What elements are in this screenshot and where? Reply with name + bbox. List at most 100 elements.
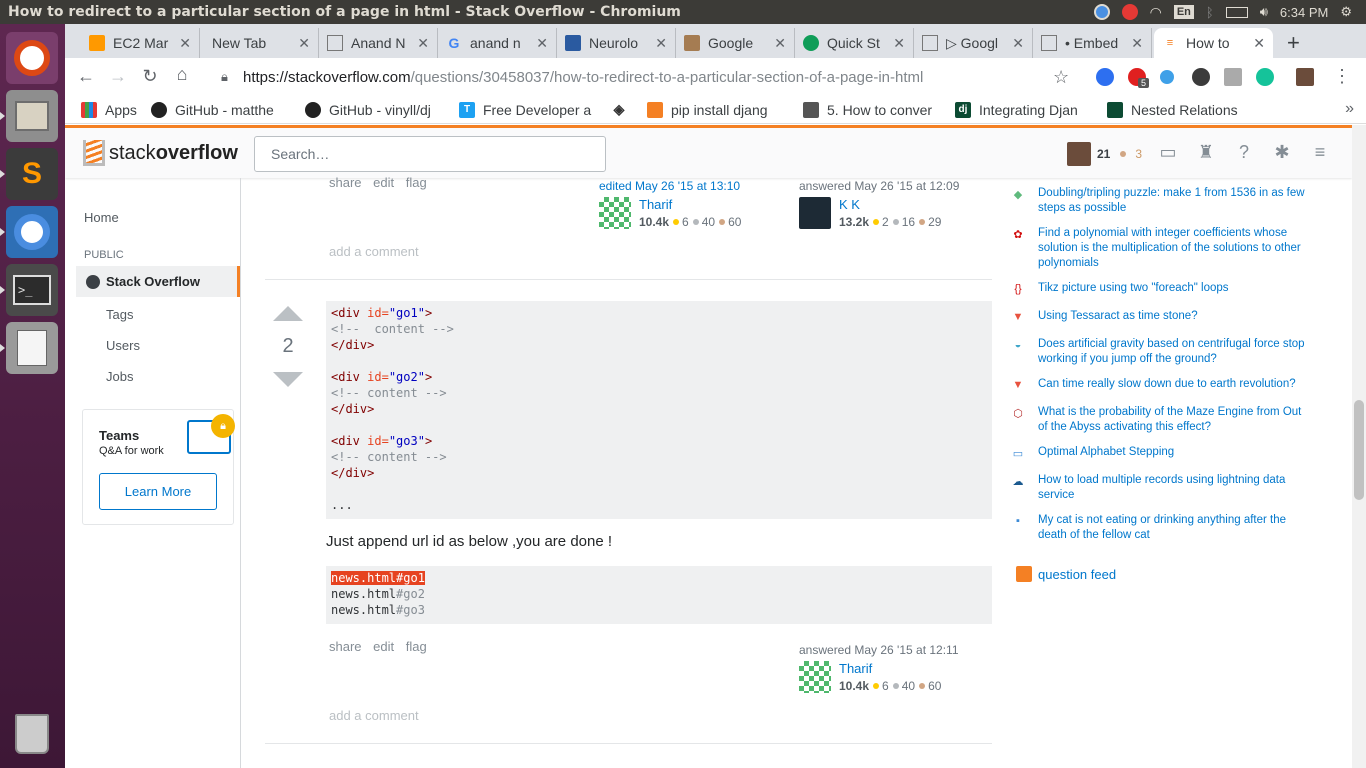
page-scrollbar[interactable] [1352, 125, 1366, 768]
hot-question-link[interactable]: Doubling/tripling puzzle: make 1 from 15… [1038, 186, 1308, 216]
files-launcher[interactable] [0, 90, 58, 142]
address-bar[interactable]: 🔒︎ https://stackoverflow.com/questions/3… [215, 61, 1090, 93]
close-icon[interactable]: ✕ [179, 35, 191, 52]
edit-link[interactable]: edit [373, 175, 394, 190]
hot-question-link[interactable]: Find a polynomial with integer coefficie… [1038, 226, 1308, 271]
hot-question-link[interactable]: My cat is not eating or drinking anythin… [1038, 513, 1308, 543]
bookmark-item[interactable]: ◈ [605, 102, 641, 118]
review-icon[interactable]: ✱ [1271, 142, 1293, 164]
hot-question[interactable]: ◒ Does artificial gravity based on centr… [1010, 337, 1310, 367]
hot-question[interactable]: ▪ My cat is not eating or drinking anyth… [1010, 513, 1310, 543]
browser-tab[interactable]: Neurolo ✕ [557, 28, 676, 58]
extension-icon[interactable] [1096, 68, 1114, 86]
no-entry-icon[interactable] [1121, 4, 1138, 20]
stackoverflow-logo[interactable]: stack overflow [83, 138, 238, 168]
site-switcher-icon[interactable]: ≡ [1309, 142, 1331, 164]
hot-question[interactable]: ▼ Using Tessaract as time stone? [1010, 309, 1310, 327]
close-icon[interactable]: ✕ [298, 35, 310, 52]
browser-tab[interactable]: New Tab ✕ [200, 28, 319, 58]
hot-question[interactable]: ✿ Find a polynomial with integer coeffic… [1010, 226, 1310, 271]
chromium-tray-icon[interactable] [1093, 4, 1110, 20]
nav-stackoverflow[interactable]: Stack Overflow [76, 266, 240, 297]
nav-users[interactable]: Users [106, 338, 140, 353]
bookmark-item[interactable]: 5. How to conver [797, 101, 949, 118]
bookmark-item[interactable]: pip install djang [641, 101, 797, 118]
hot-question[interactable]: ⬡ What is the probability of the Maze En… [1010, 405, 1310, 435]
ubuntu-dash-button[interactable] [6, 32, 58, 84]
browser-tab[interactable]: Google ✕ [676, 28, 795, 58]
browser-tab-active[interactable]: ≡ How to ✕ [1154, 28, 1273, 58]
close-icon[interactable]: ✕ [893, 35, 905, 52]
hot-question-link[interactable]: Does artificial gravity based on centrif… [1038, 337, 1308, 367]
achievements-icon[interactable]: ♜ [1195, 142, 1217, 164]
avatar[interactable] [799, 197, 831, 229]
share-link[interactable]: share [329, 639, 362, 654]
upvote-button[interactable] [273, 306, 303, 321]
hot-question-link[interactable]: Optimal Alphabet Stepping [1038, 445, 1308, 463]
bookmarks-overflow-button[interactable]: » [1345, 100, 1354, 118]
text-editor-launcher[interactable] [0, 322, 58, 374]
clock[interactable]: 6:34 PM [1280, 5, 1328, 20]
home-button[interactable]: ⌂ [167, 64, 197, 85]
hot-question-link[interactable]: What is the probability of the Maze Engi… [1038, 405, 1308, 435]
avatar[interactable] [799, 661, 831, 693]
settings-gear-icon[interactable]: ⚙ [1340, 4, 1352, 20]
grammarly-icon[interactable] [1256, 68, 1274, 86]
user-card[interactable]: 21 3 [1067, 142, 1142, 166]
downvote-button[interactable] [273, 372, 303, 387]
back-button[interactable]: ← [71, 66, 101, 87]
user-name-link[interactable]: Tharif [839, 661, 872, 676]
edited-time[interactable]: edited May 26 '15 at 13:10 [599, 179, 789, 193]
flag-link[interactable]: flag [406, 639, 427, 654]
forward-button[interactable]: → [103, 66, 133, 87]
bookmark-item[interactable]: GitHub - matthe [145, 101, 299, 118]
inbox-icon[interactable]: ▭ [1157, 142, 1179, 164]
new-tab-button[interactable]: + [1287, 30, 1300, 56]
browser-tab[interactable]: Quick St ✕ [795, 28, 914, 58]
keyboard-layout[interactable]: En [1173, 5, 1194, 19]
extension-icon[interactable] [1160, 70, 1174, 84]
close-icon[interactable]: ✕ [655, 35, 667, 52]
close-icon[interactable]: ✕ [417, 35, 429, 52]
bookmark-item[interactable]: dj Integrating Djan [949, 101, 1101, 118]
sublime-launcher[interactable]: S [0, 148, 58, 200]
profile-avatar[interactable] [1296, 68, 1314, 86]
browser-tab[interactable]: • Embed ✕ [1033, 28, 1152, 58]
edit-link[interactable]: edit [373, 639, 394, 654]
bookmark-star-icon[interactable]: ☆ [1053, 67, 1069, 88]
hot-question-link[interactable]: Using Tessaract as time stone? [1038, 309, 1308, 327]
hot-question-link[interactable]: Tikz picture using two "foreach" loops [1038, 281, 1308, 299]
nav-home[interactable]: Home [84, 210, 119, 225]
menu-icon[interactable]: ⋮ [1333, 66, 1351, 87]
close-icon[interactable]: ✕ [1253, 35, 1265, 52]
flag-link[interactable]: flag [406, 175, 427, 190]
trash-launcher[interactable] [6, 708, 58, 760]
wifi-icon[interactable]: ◠ [1150, 4, 1162, 21]
add-comment-link[interactable]: add a comment [329, 244, 419, 259]
bookmark-apps[interactable]: Apps [65, 101, 145, 118]
share-link[interactable]: share [329, 175, 362, 190]
add-comment-link[interactable]: add a comment [329, 708, 419, 723]
volume-icon[interactable]: 🔊︎ [1260, 4, 1268, 20]
search-input[interactable]: Search… [254, 136, 606, 172]
close-icon[interactable]: ✕ [1012, 35, 1024, 52]
avatar[interactable] [599, 197, 631, 229]
hot-question[interactable]: ▭ Optimal Alphabet Stepping [1010, 445, 1310, 463]
bookmark-item[interactable]: T Free Developer a [453, 101, 605, 118]
extension-icon[interactable] [1224, 68, 1242, 86]
help-icon[interactable]: ? [1233, 142, 1255, 164]
user-name-link[interactable]: Tharif [639, 197, 672, 212]
hot-question[interactable]: {} Tikz picture using two "foreach" loop… [1010, 281, 1310, 299]
nav-tags[interactable]: Tags [106, 307, 133, 322]
bluetooth-icon[interactable]: ᛒ [1206, 5, 1214, 20]
extension-icon[interactable] [1192, 68, 1210, 86]
scrollbar-thumb[interactable] [1354, 400, 1364, 500]
close-icon[interactable]: ✕ [536, 35, 548, 52]
browser-tab[interactable]: Anand N ✕ [319, 28, 438, 58]
close-icon[interactable]: ✕ [774, 35, 786, 52]
learn-more-button[interactable]: Learn More [99, 473, 217, 510]
browser-tab[interactable]: EC2 Mar ✕ [81, 28, 200, 58]
question-feed-link[interactable]: question feed [1016, 566, 1116, 582]
bookmark-item[interactable]: GitHub - vinyll/dj [299, 101, 453, 118]
battery-icon[interactable] [1225, 6, 1248, 18]
